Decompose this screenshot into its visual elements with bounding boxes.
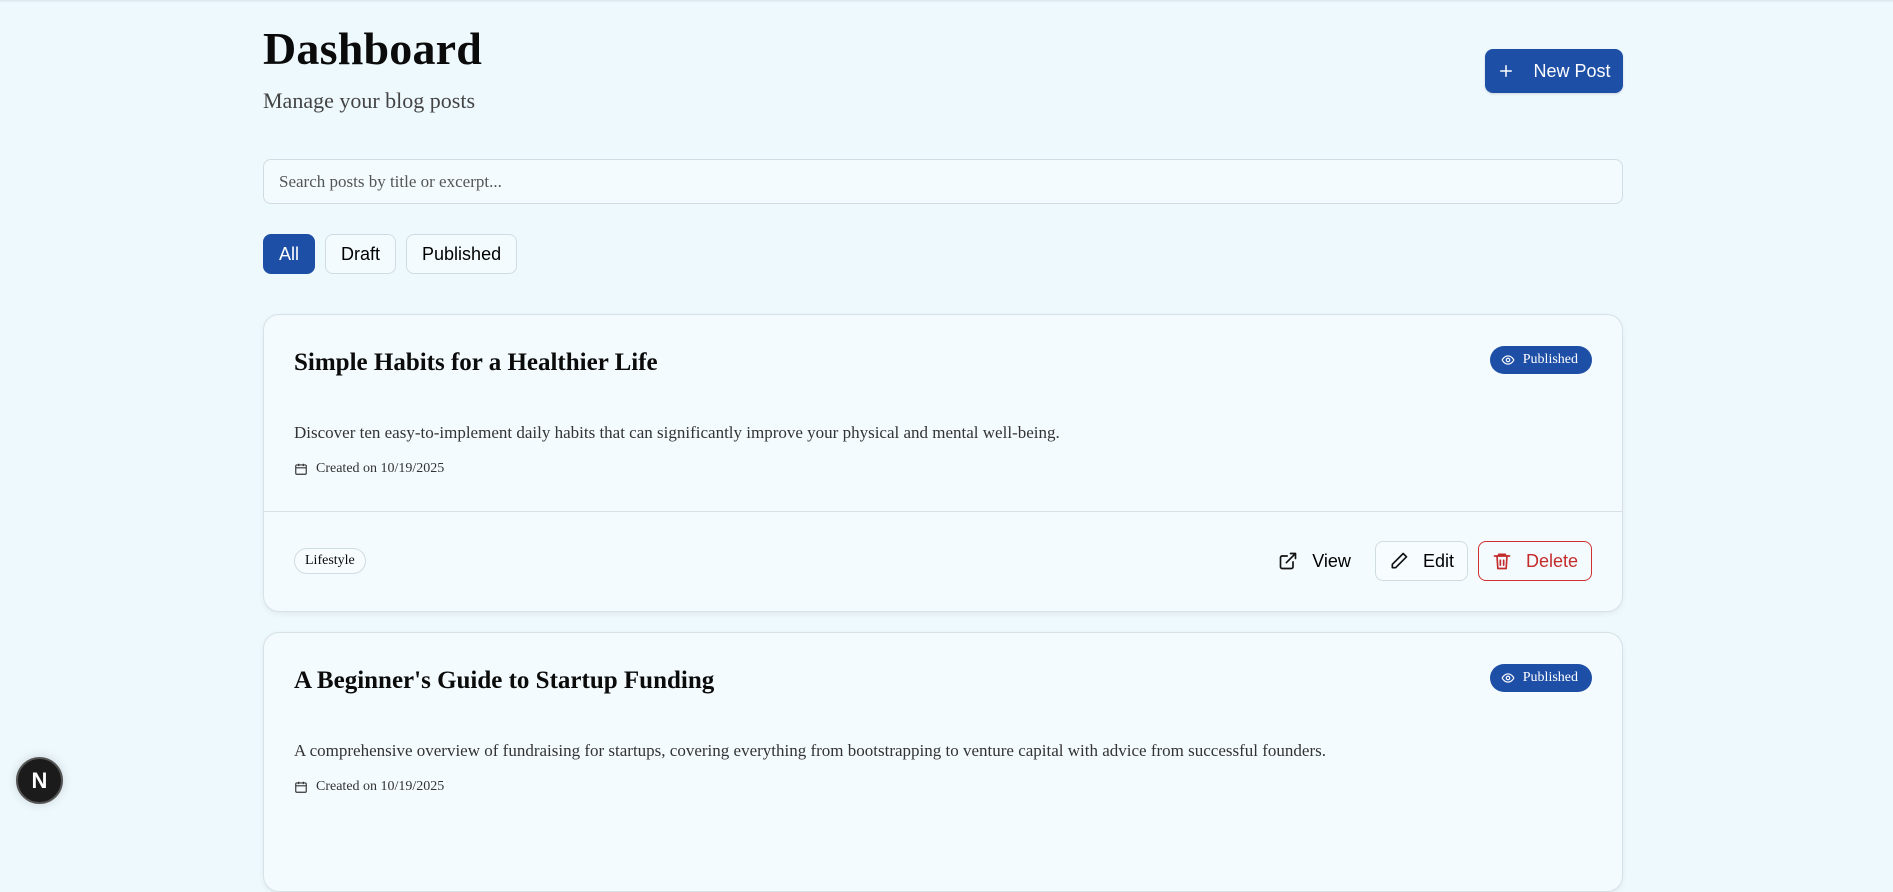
eye-icon [1501, 355, 1515, 365]
status-label: Published [1522, 670, 1578, 685]
created-date: Created on 10/19/2025 [316, 461, 445, 476]
dev-tools-badge[interactable]: N [16, 757, 63, 804]
category-tag[interactable]: Lifestyle [294, 548, 366, 574]
delete-button[interactable]: Delete [1477, 541, 1592, 581]
status-badge: Published [1489, 346, 1592, 374]
pencil-icon [1391, 552, 1408, 569]
main-container: Dashboard Manage your blog posts New Pos… [263, 0, 1623, 892]
created-date: Created on 10/19/2025 [316, 779, 445, 794]
status-filters: All Draft Published [263, 234, 518, 274]
view-button[interactable]: View [1264, 541, 1365, 581]
status-badge: Published [1489, 664, 1592, 692]
card-divider [264, 511, 1622, 512]
page-title: Dashboard [263, 23, 483, 74]
new-post-button[interactable]: New Post [1485, 49, 1623, 93]
dev-badge-letter: N [31, 767, 48, 793]
post-card: Simple Habits for a Healthier Life Publi… [263, 314, 1623, 612]
post-title: Simple Habits for a Healthier Life [294, 349, 658, 376]
filter-all[interactable]: All [263, 234, 316, 274]
post-excerpt: A comprehensive overview of fundraising … [294, 741, 1326, 760]
view-label: View [1312, 550, 1351, 571]
post-excerpt: Discover ten easy-to-implement daily hab… [294, 423, 1060, 442]
edit-button[interactable]: Edit [1374, 541, 1468, 581]
trash-icon [1493, 553, 1511, 570]
filter-draft[interactable]: Draft [325, 234, 397, 274]
post-actions: View Edit Delete [1264, 541, 1592, 581]
post-title: A Beginner's Guide to Startup Funding [294, 667, 715, 694]
plus-icon [1500, 65, 1513, 77]
post-card: A Beginner's Guide to Startup Funding Pu… [263, 632, 1623, 892]
post-date: Created on 10/19/2025 [294, 461, 444, 477]
edit-label: Edit [1422, 550, 1454, 571]
calendar-icon [295, 781, 307, 793]
eye-icon [1501, 673, 1515, 683]
page-subtitle: Manage your blog posts [263, 88, 476, 113]
search-input[interactable] [263, 159, 1623, 204]
post-date: Created on 10/19/2025 [294, 779, 444, 795]
filter-published[interactable]: Published [406, 234, 518, 274]
new-post-label: New Post [1533, 60, 1611, 81]
page-header: Dashboard Manage your blog posts New Pos… [263, 0, 1623, 140]
external-link-icon [1279, 552, 1297, 570]
calendar-icon [295, 463, 307, 475]
status-label: Published [1522, 352, 1578, 367]
delete-label: Delete [1525, 550, 1578, 571]
